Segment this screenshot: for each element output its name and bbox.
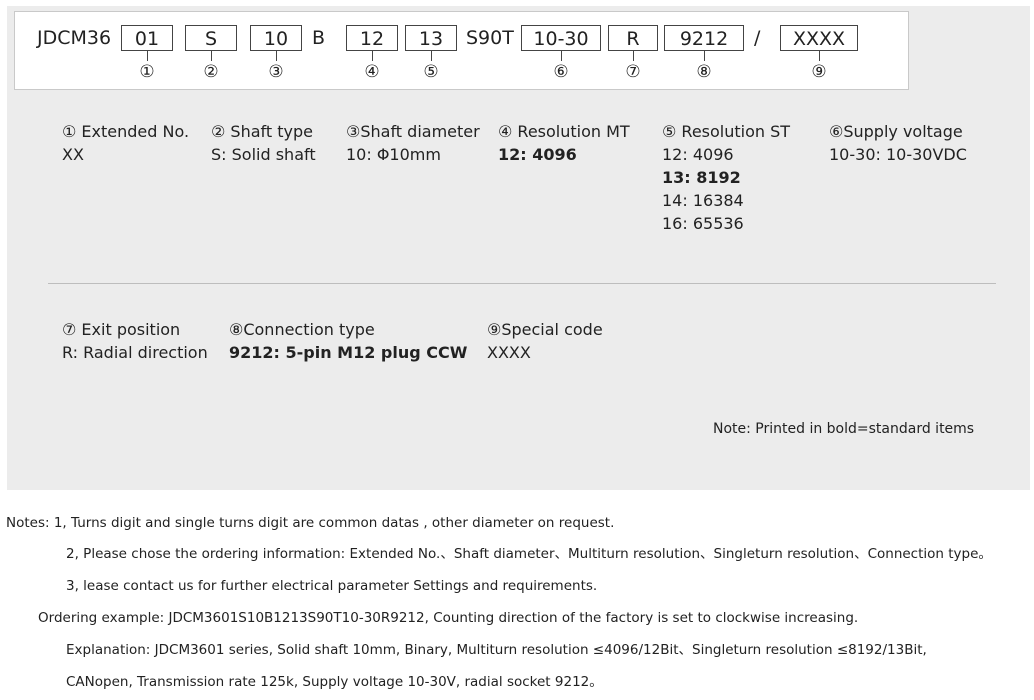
explanation-line-2: CANopen, Transmission rate 125k, Supply … [66,674,603,690]
option-connection-type: ⑧Connection type 9212: 5-pin M12 plug CC… [229,318,467,364]
marker-tick [372,51,373,61]
note-line-1: Notes: 1, Turns digit and single turns d… [6,515,615,531]
marker-7: ⑦ [625,62,641,82]
marker-tick [276,51,277,61]
marker-tick [819,51,820,61]
marker-9: ⑨ [811,62,827,82]
option-exit-position: ⑦ Exit position R: Radial direction [62,318,208,364]
order-code-strip: JDCM36 01 S 10 B 12 13 S90T 10-30 R 9212… [14,11,909,90]
option-title: ⑤ Resolution ST [662,122,791,141]
option-special-code: ⑨Special code XXXX [487,318,603,364]
code-segment-connection-type: 9212 [664,25,744,51]
marker-tick [704,51,705,61]
section-divider [48,283,996,284]
option-title: ③Shaft diameter [346,122,480,141]
marker-2: ② [203,62,219,82]
code-literal-b: B [312,27,326,49]
option-value-standard: 9212: 5-pin M12 plug CCW [229,343,468,362]
option-shaft-type: ② Shaft type S: Solid shaft [211,120,316,166]
option-value: 10-30: 10-30VDC [829,145,967,164]
option-value: 10: Φ10mm [346,145,441,164]
marker-3: ③ [268,62,284,82]
option-supply-voltage: ⑥Supply voltage 10-30: 10-30VDC [829,120,967,166]
option-value: 12: 4096 [662,145,734,164]
marker-tick [561,51,562,61]
option-title: ⑨Special code [487,320,603,339]
marker-tick [633,51,634,61]
code-segment-shaft-type: S [185,25,237,51]
code-segment-shaft-diameter: 10 [250,25,302,51]
marker-4: ④ [364,62,380,82]
code-segment-resolution-mt: 12 [346,25,398,51]
option-value: XXXX [487,343,531,362]
option-extended-no: ① Extended No. XX [62,120,189,166]
bold-legend-note: Note: Printed in bold=standard items [713,421,975,437]
code-segment-special-code: XXXX [780,25,858,51]
marker-8: ⑧ [696,62,712,82]
option-title: ⑧Connection type [229,320,375,339]
ordering-panel: JDCM36 01 S 10 B 12 13 S90T 10-30 R 9212… [7,6,1030,490]
marker-1: ① [139,62,155,82]
option-shaft-diameter: ③Shaft diameter 10: Φ10mm [346,120,480,166]
option-value: XX [62,145,84,164]
marker-5: ⑤ [423,62,439,82]
option-title: ⑦ Exit position [62,320,181,339]
option-title: ② Shaft type [211,122,313,141]
code-prefix: JDCM36 [37,27,112,49]
option-resolution-st: ⑤ Resolution ST 12: 4096 13: 8192 14: 16… [662,120,790,235]
note-line-3: 3, lease contact us for further electric… [66,578,598,594]
code-segment-extended: 01 [121,25,173,51]
option-value-standard: 13: 8192 [662,168,741,187]
marker-tick [211,51,212,61]
explanation-line-1: Explanation: JDCM3601 series, Solid shaf… [66,642,927,658]
option-value: S: Solid shaft [211,145,316,164]
option-title: ① Extended No. [62,122,190,141]
code-segment-supply-voltage: 10-30 [521,25,601,51]
marker-tick [431,51,432,61]
code-segment-exit-position: R [608,25,658,51]
marker-6: ⑥ [553,62,569,82]
option-value: R: Radial direction [62,343,208,362]
code-segment-resolution-st: 13 [405,25,457,51]
option-value: 14: 16384 [662,191,744,210]
ordering-example: Ordering example: JDCM3601S10B1213S90T10… [38,610,859,626]
option-title: ④ Resolution MT [498,122,630,141]
note-line-2: 2, Please chose the ordering information… [66,546,992,562]
option-value: 16: 65536 [662,214,744,233]
option-resolution-mt: ④ Resolution MT 12: 4096 [498,120,630,166]
code-slash: / [754,27,761,49]
option-title: ⑥Supply voltage [829,122,963,141]
marker-tick [147,51,148,61]
option-value-standard: 12: 4096 [498,145,577,164]
code-literal-s90t: S90T [466,27,514,49]
